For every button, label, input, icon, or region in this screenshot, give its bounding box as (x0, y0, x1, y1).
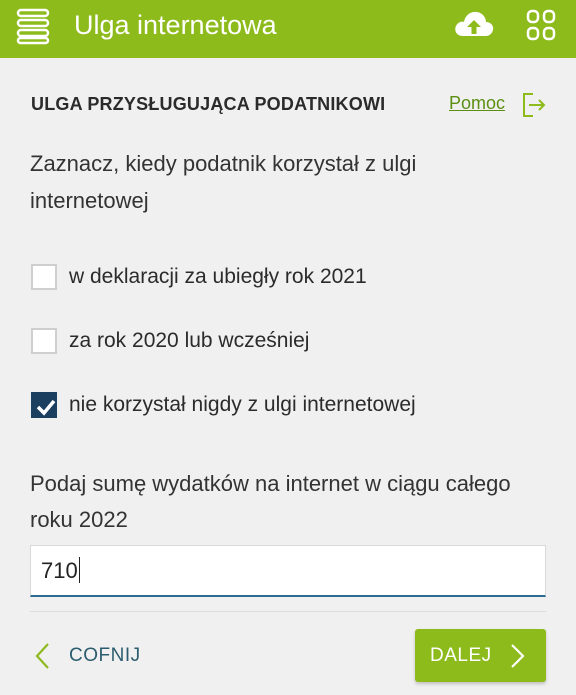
checkbox[interactable] (31, 328, 57, 354)
question-prompt: Zaznacz, kiedy podatnik korzystał z ulgi… (30, 151, 417, 213)
chevron-right-icon (511, 644, 525, 668)
section-title: ULGA PRZYSŁUGUJĄCA PODATNIKOWI (31, 94, 386, 114)
option-label: za rok 2020 lub wcześniej (69, 329, 310, 352)
amount-label: Podaj sumę wydatków na internet w ciągu … (30, 471, 511, 532)
back-label: COFNIJ (69, 645, 141, 666)
app-title: Ulga internetowa (74, 10, 277, 40)
grid-icon[interactable] (526, 9, 556, 41)
help-link[interactable]: Pomoc (449, 93, 505, 114)
open-help-icon[interactable] (521, 92, 547, 118)
option-label: nie korzystał nigdy z ulgi internetowej (69, 393, 416, 416)
checkmark-icon (36, 399, 56, 416)
text-cursor (78, 557, 80, 584)
cloud-upload-icon[interactable] (453, 6, 495, 42)
next-button[interactable]: DALEJ (415, 629, 546, 682)
next-label: DALEJ (430, 645, 492, 666)
menu-icon[interactable] (15, 7, 51, 45)
amount-value: 710 (41, 558, 78, 583)
app-header: Ulga internetowa (0, 0, 576, 58)
checkbox[interactable] (31, 264, 57, 290)
option-label: w deklaracji za ubiegły rok 2021 (69, 265, 367, 288)
amount-input[interactable]: 710 (30, 545, 546, 597)
divider (30, 611, 546, 612)
checkbox-checked[interactable] (31, 392, 57, 418)
chevron-left-icon (35, 643, 49, 669)
